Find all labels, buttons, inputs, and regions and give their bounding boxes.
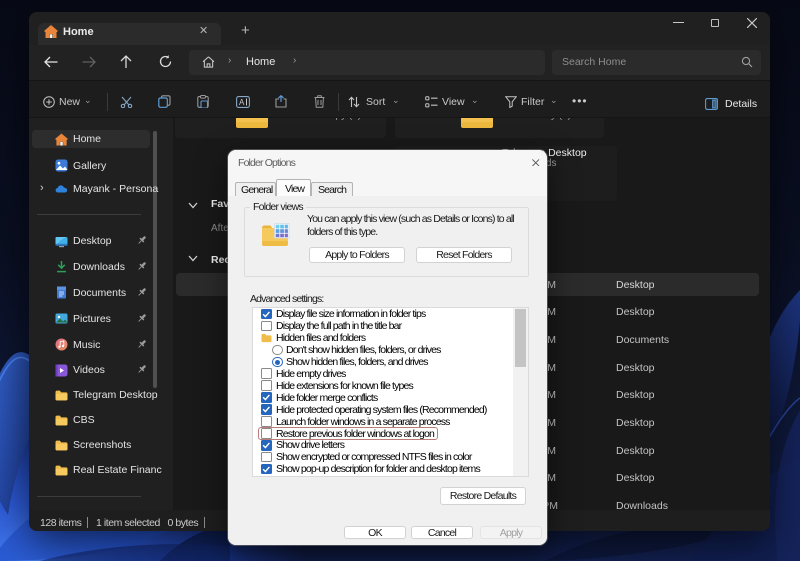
- svg-text:A: A: [239, 98, 245, 107]
